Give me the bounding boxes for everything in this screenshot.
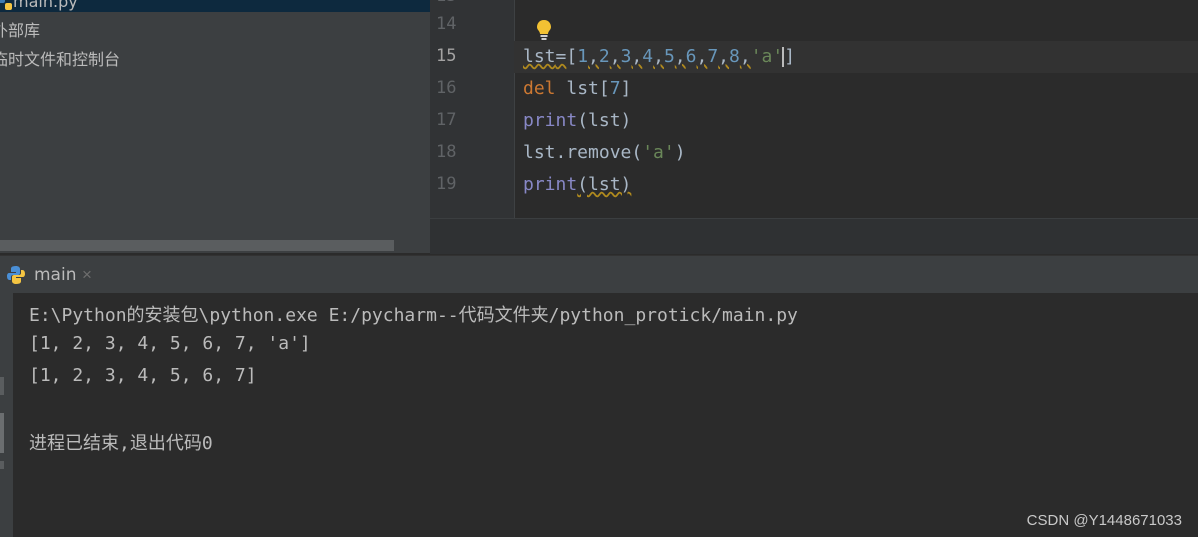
line-number: 18 (436, 142, 457, 162)
code-token: ] (620, 78, 632, 99)
code-number: 4 (642, 46, 654, 67)
console-toolbar (0, 293, 13, 537)
project-item-label: 外部库 (0, 21, 41, 40)
code-line-18: lst.remove('a') (523, 142, 686, 163)
project-item-main-py[interactable]: main.py (0, 0, 78, 11)
code-builtin: print (523, 174, 578, 195)
lightbulb-icon[interactable] (534, 18, 554, 42)
line-number-gutter: 13 14 15 16 17 18 19 (430, 0, 514, 218)
code-string: 'a' (642, 142, 675, 163)
code-token: (lst) (577, 174, 632, 195)
watermark: CSDN @Y1448671033 (1026, 512, 1182, 529)
code-token: (lst) (577, 110, 632, 131)
run-tab-main[interactable]: main × (0, 256, 100, 294)
line-number: 16 (436, 78, 457, 98)
editor-bottom-area (430, 218, 1198, 254)
code-number: 6 (685, 46, 697, 67)
code-line-15: lst=[1,2,3,4,5,6,7,8,'a'] (523, 46, 796, 67)
code-builtin: print (523, 110, 578, 131)
code-number: 3 (620, 46, 632, 67)
toolbar-marker (0, 377, 4, 395)
code-token: ] (784, 46, 796, 67)
code-number: 2 (598, 46, 610, 67)
project-item-label: 临时文件和控制台 (0, 50, 121, 69)
close-icon[interactable]: × (82, 265, 92, 285)
code-line-17: print(lst) (523, 110, 631, 131)
line-number: 13 (436, 0, 466, 2)
code-token: = (555, 46, 567, 67)
python-file-icon (0, 0, 12, 10)
console-line-output: [1, 2, 3, 4, 5, 6, 7, 'a'] (29, 333, 311, 354)
run-tab-label: main (34, 265, 77, 285)
code-line-16: del lst[7] (523, 78, 631, 99)
code-editor[interactable]: 13 14 15 16 17 18 19 lst=[1,2,3,4,5,6,7,… (430, 0, 1198, 254)
project-item-external-libraries[interactable]: 外部库 (0, 17, 40, 41)
code-number: 8 (729, 46, 740, 67)
gutter-divider (514, 0, 515, 218)
line-number: 17 (436, 110, 457, 130)
console-line-exit: 进程已结束,退出代码0 (29, 433, 213, 454)
project-item-scratches[interactable]: 临时文件和控制台 (0, 46, 120, 70)
run-tool-window-header: main × (0, 255, 1198, 294)
run-console[interactable]: E:\Python的安装包\python.exe E:/pycharm--代码文… (0, 293, 1198, 537)
code-number: 7 (609, 78, 621, 99)
code-token: lst.remove( (523, 142, 643, 163)
code-keyword: del (523, 78, 556, 99)
console-line-output: [1, 2, 3, 4, 5, 6, 7] (29, 365, 257, 386)
console-line-command: E:\Python的安装包\python.exe E:/pycharm--代码文… (29, 305, 798, 326)
line-number: 19 (436, 174, 457, 194)
project-horizontal-scrollbar[interactable] (0, 240, 394, 251)
line-number: 14 (436, 14, 457, 34)
project-panel: main.py 外部库 临时文件和控制台 (0, 0, 430, 253)
python-icon (7, 266, 25, 284)
code-string: 'a' (750, 46, 784, 67)
toolbar-marker (0, 413, 4, 453)
code-number: 1 (577, 46, 589, 67)
code-number: 7 (707, 46, 719, 67)
code-token: ) (674, 142, 686, 163)
code-token: lst (523, 46, 556, 67)
toolbar-marker (0, 461, 4, 469)
code-token: lst[ (555, 78, 610, 99)
code-number: 5 (663, 46, 675, 67)
code-line-19: print(lst) (523, 174, 631, 195)
project-item-label: main.py (13, 0, 78, 11)
line-number-current: 15 (436, 46, 457, 66)
code-token: [ (566, 46, 578, 67)
